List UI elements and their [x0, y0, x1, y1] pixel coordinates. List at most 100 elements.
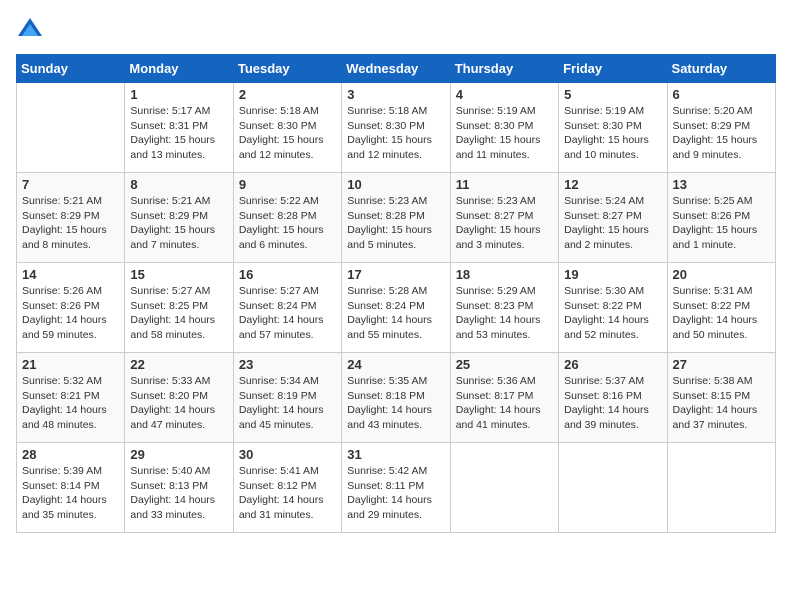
calendar-cell: 12 Sunrise: 5:24 AM Sunset: 8:27 PM Dayli…: [559, 173, 667, 263]
day-info: Sunrise: 5:29 AM Sunset: 8:23 PM Dayligh…: [456, 284, 553, 343]
day-info: Sunrise: 5:33 AM Sunset: 8:20 PM Dayligh…: [130, 374, 227, 433]
calendar-cell: 15 Sunrise: 5:27 AM Sunset: 8:25 PM Dayli…: [125, 263, 233, 353]
day-info: Sunrise: 5:31 AM Sunset: 8:22 PM Dayligh…: [673, 284, 770, 343]
day-info: Sunrise: 5:21 AM Sunset: 8:29 PM Dayligh…: [22, 194, 119, 253]
calendar-cell: 9 Sunrise: 5:22 AM Sunset: 8:28 PM Daylig…: [233, 173, 341, 263]
calendar-cell: 24 Sunrise: 5:35 AM Sunset: 8:18 PM Dayli…: [342, 353, 450, 443]
calendar-cell: 1 Sunrise: 5:17 AM Sunset: 8:31 PM Daylig…: [125, 83, 233, 173]
calendar-cell: 11 Sunrise: 5:23 AM Sunset: 8:27 PM Dayli…: [450, 173, 558, 263]
day-info: Sunrise: 5:41 AM Sunset: 8:12 PM Dayligh…: [239, 464, 336, 523]
week-row-4: 21 Sunrise: 5:32 AM Sunset: 8:21 PM Dayli…: [17, 353, 776, 443]
calendar-cell: 10Sunrise: 5:23 AM Sunset: 8:28 PM Dayli…: [342, 173, 450, 263]
day-info: Sunrise: 5:21 AM Sunset: 8:29 PM Dayligh…: [130, 194, 227, 253]
day-number: 7: [22, 177, 119, 192]
calendar-cell: [667, 443, 775, 533]
day-info: Sunrise: 5:17 AM Sunset: 8:31 PM Dayligh…: [130, 104, 227, 163]
day-number: 23: [239, 357, 336, 372]
day-info: Sunrise: 5:35 AM Sunset: 8:18 PM Dayligh…: [347, 374, 444, 433]
calendar-cell: [450, 443, 558, 533]
day-info: Sunrise: 5:36 AM Sunset: 8:17 PM Dayligh…: [456, 374, 553, 433]
day-info: Sunrise: 5:20 AM Sunset: 8:29 PM Dayligh…: [673, 104, 770, 163]
day-number: 28: [22, 447, 119, 462]
day-number: 5: [564, 87, 661, 102]
calendar-cell: 30 Sunrise: 5:41 AM Sunset: 8:12 PM Dayli…: [233, 443, 341, 533]
day-number: 11: [456, 177, 553, 192]
weekday-header-sunday: Sunday: [17, 55, 125, 83]
day-number: 30: [239, 447, 336, 462]
day-number: 27: [673, 357, 770, 372]
calendar-cell: 25 Sunrise: 5:36 AM Sunset: 8:17 PM Dayli…: [450, 353, 558, 443]
logo-icon: [16, 16, 44, 44]
day-number: 8: [130, 177, 227, 192]
day-number: 31: [347, 447, 444, 462]
day-info: Sunrise: 5:40 AM Sunset: 8:13 PM Dayligh…: [130, 464, 227, 523]
day-number: 13: [673, 177, 770, 192]
weekday-header-wednesday: Wednesday: [342, 55, 450, 83]
day-info: Sunrise: 5:27 AM Sunset: 8:24 PM Dayligh…: [239, 284, 336, 343]
day-number: 20: [673, 267, 770, 282]
day-number: 16: [239, 267, 336, 282]
day-number: 12: [564, 177, 661, 192]
day-number: 2: [239, 87, 336, 102]
calendar-cell: 22 Sunrise: 5:33 AM Sunset: 8:20 PM Dayli…: [125, 353, 233, 443]
day-info: Sunrise: 5:27 AM Sunset: 8:25 PM Dayligh…: [130, 284, 227, 343]
calendar-cell: [559, 443, 667, 533]
calendar-cell: [17, 83, 125, 173]
day-number: 4: [456, 87, 553, 102]
day-info: Sunrise: 5:19 AM Sunset: 8:30 PM Dayligh…: [456, 104, 553, 163]
week-row-1: 1 Sunrise: 5:17 AM Sunset: 8:31 PM Daylig…: [17, 83, 776, 173]
day-info: Sunrise: 5:24 AM Sunset: 8:27 PM Dayligh…: [564, 194, 661, 253]
day-number: 15: [130, 267, 227, 282]
calendar-cell: 5 Sunrise: 5:19 AM Sunset: 8:30 PM Daylig…: [559, 83, 667, 173]
day-number: 9: [239, 177, 336, 192]
weekday-header-row: SundayMondayTuesdayWednesdayThursdayFrid…: [17, 55, 776, 83]
week-row-3: 14Sunrise: 5:26 AM Sunset: 8:26 PM Dayli…: [17, 263, 776, 353]
day-number: 1: [130, 87, 227, 102]
weekday-header-monday: Monday: [125, 55, 233, 83]
calendar-cell: 28 Sunrise: 5:39 AM Sunset: 8:14 PM Dayli…: [17, 443, 125, 533]
day-info: Sunrise: 5:26 AM Sunset: 8:26 PM Dayligh…: [22, 284, 119, 343]
calendar-cell: 3 Sunrise: 5:18 AM Sunset: 8:30 PM Daylig…: [342, 83, 450, 173]
calendar-cell: 31 Sunrise: 5:42 AM Sunset: 8:11 PM Dayli…: [342, 443, 450, 533]
day-info: Sunrise: 5:42 AM Sunset: 8:11 PM Dayligh…: [347, 464, 444, 523]
calendar-cell: 7 Sunrise: 5:21 AM Sunset: 8:29 PM Daylig…: [17, 173, 125, 263]
day-info: Sunrise: 5:22 AM Sunset: 8:28 PM Dayligh…: [239, 194, 336, 253]
calendar-cell: 6Sunrise: 5:20 AM Sunset: 8:29 PM Daylig…: [667, 83, 775, 173]
day-number: 29: [130, 447, 227, 462]
day-info: Sunrise: 5:18 AM Sunset: 8:30 PM Dayligh…: [347, 104, 444, 163]
day-number: 24: [347, 357, 444, 372]
page-header: [16, 16, 776, 44]
day-info: Sunrise: 5:37 AM Sunset: 8:16 PM Dayligh…: [564, 374, 661, 433]
calendar-cell: 2Sunrise: 5:18 AM Sunset: 8:30 PM Daylig…: [233, 83, 341, 173]
calendar-cell: 4 Sunrise: 5:19 AM Sunset: 8:30 PM Daylig…: [450, 83, 558, 173]
weekday-header-friday: Friday: [559, 55, 667, 83]
logo: [16, 16, 48, 44]
calendar-cell: 19Sunrise: 5:30 AM Sunset: 8:22 PM Dayli…: [559, 263, 667, 353]
day-info: Sunrise: 5:39 AM Sunset: 8:14 PM Dayligh…: [22, 464, 119, 523]
calendar-cell: 26Sunrise: 5:37 AM Sunset: 8:16 PM Dayli…: [559, 353, 667, 443]
day-number: 19: [564, 267, 661, 282]
day-info: Sunrise: 5:19 AM Sunset: 8:30 PM Dayligh…: [564, 104, 661, 163]
day-number: 25: [456, 357, 553, 372]
week-row-5: 28 Sunrise: 5:39 AM Sunset: 8:14 PM Dayli…: [17, 443, 776, 533]
day-number: 18: [456, 267, 553, 282]
calendar-cell: 20 Sunrise: 5:31 AM Sunset: 8:22 PM Dayli…: [667, 263, 775, 353]
day-info: Sunrise: 5:23 AM Sunset: 8:27 PM Dayligh…: [456, 194, 553, 253]
calendar-table: SundayMondayTuesdayWednesdayThursdayFrid…: [16, 54, 776, 533]
weekday-header-thursday: Thursday: [450, 55, 558, 83]
day-number: 3: [347, 87, 444, 102]
day-info: Sunrise: 5:32 AM Sunset: 8:21 PM Dayligh…: [22, 374, 119, 433]
day-info: Sunrise: 5:25 AM Sunset: 8:26 PM Dayligh…: [673, 194, 770, 253]
week-row-2: 7 Sunrise: 5:21 AM Sunset: 8:29 PM Daylig…: [17, 173, 776, 263]
calendar-cell: 17Sunrise: 5:28 AM Sunset: 8:24 PM Dayli…: [342, 263, 450, 353]
calendar-cell: 16 Sunrise: 5:27 AM Sunset: 8:24 PM Dayli…: [233, 263, 341, 353]
day-info: Sunrise: 5:34 AM Sunset: 8:19 PM Dayligh…: [239, 374, 336, 433]
calendar-cell: 8 Sunrise: 5:21 AM Sunset: 8:29 PM Daylig…: [125, 173, 233, 263]
calendar-cell: 14Sunrise: 5:26 AM Sunset: 8:26 PM Dayli…: [17, 263, 125, 353]
calendar-cell: 29 Sunrise: 5:40 AM Sunset: 8:13 PM Dayli…: [125, 443, 233, 533]
day-number: 22: [130, 357, 227, 372]
day-number: 21: [22, 357, 119, 372]
calendar-cell: 23 Sunrise: 5:34 AM Sunset: 8:19 PM Dayli…: [233, 353, 341, 443]
day-info: Sunrise: 5:38 AM Sunset: 8:15 PM Dayligh…: [673, 374, 770, 433]
calendar-cell: 21 Sunrise: 5:32 AM Sunset: 8:21 PM Dayli…: [17, 353, 125, 443]
